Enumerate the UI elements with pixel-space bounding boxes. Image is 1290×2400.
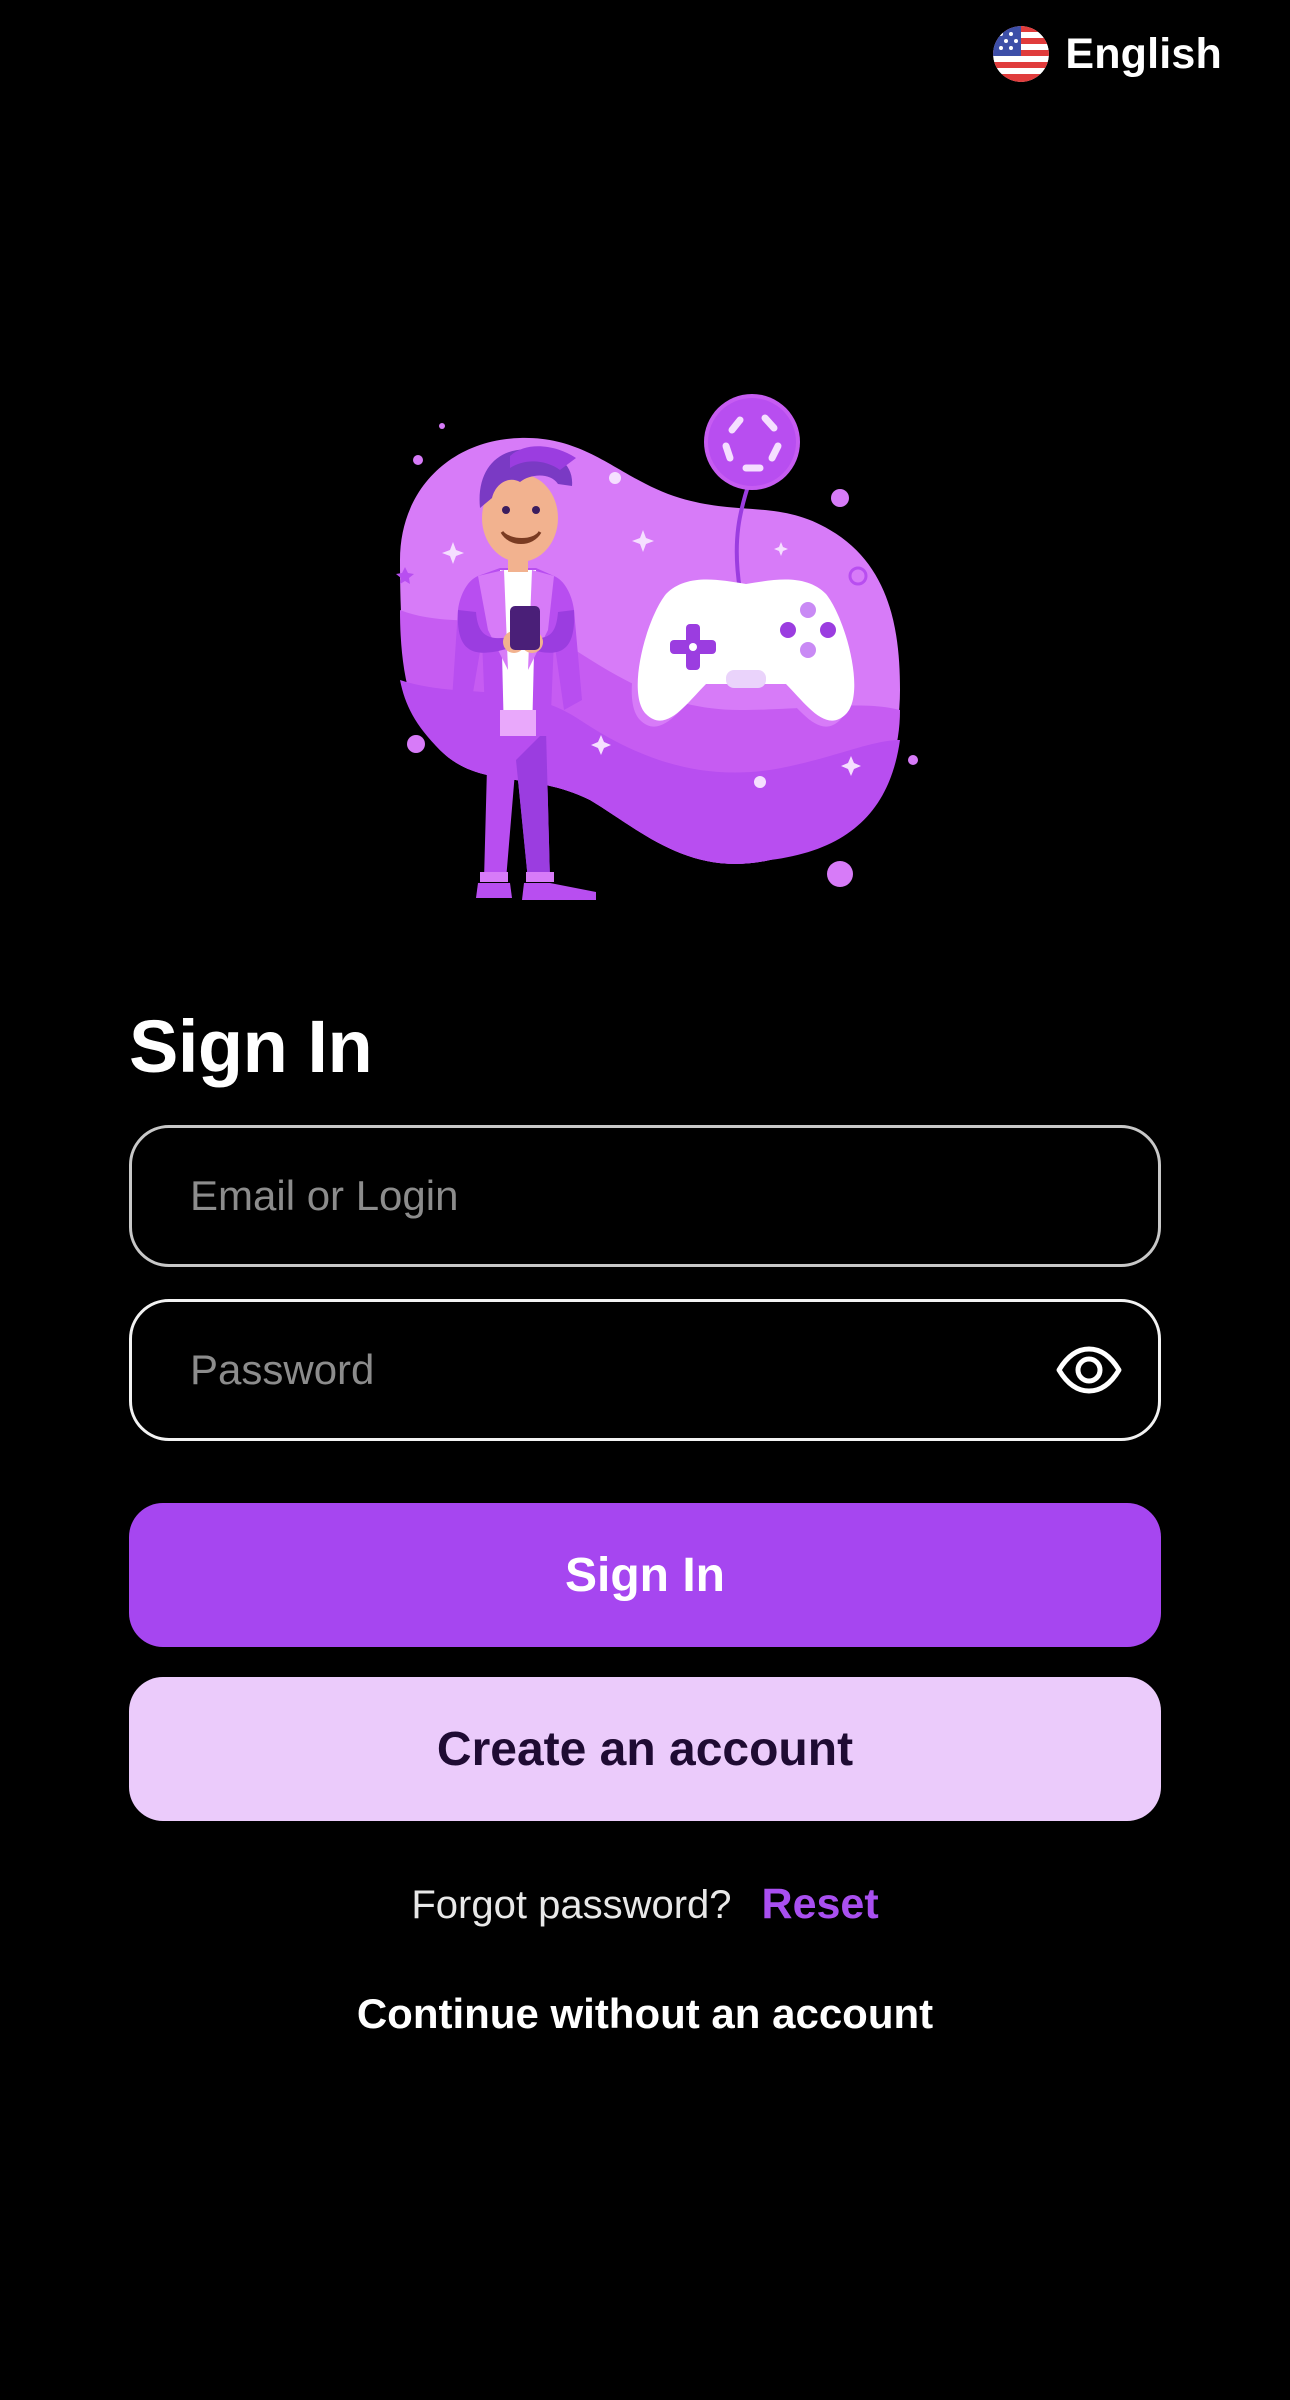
page-title: Sign In xyxy=(129,1005,373,1088)
email-field[interactable] xyxy=(129,1125,1161,1267)
email-input[interactable] xyxy=(132,1127,1158,1265)
reset-password-link[interactable]: Reset xyxy=(762,1880,879,1929)
us-flag-icon xyxy=(993,26,1050,82)
forgot-password-row: Forgot password? Reset xyxy=(0,1880,1290,1929)
eye-icon[interactable] xyxy=(1056,1346,1122,1394)
gamer-with-controller-illustration xyxy=(360,380,930,920)
sign-in-button[interactable]: Sign In xyxy=(129,1503,1161,1647)
forgot-password-text: Forgot password? xyxy=(411,1883,732,1927)
language-label: English xyxy=(1065,29,1222,78)
continue-without-account-link[interactable]: Continue without an account xyxy=(0,1990,1290,2038)
language-selector[interactable]: English xyxy=(993,26,1222,82)
password-field[interactable] xyxy=(129,1299,1161,1441)
create-account-button[interactable]: Create an account xyxy=(129,1677,1161,1821)
password-input[interactable] xyxy=(132,1301,1056,1439)
